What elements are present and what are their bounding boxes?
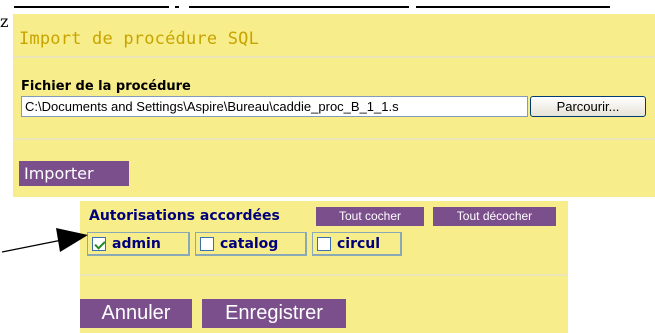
browse-button[interactable]: Parcourir... <box>530 96 646 117</box>
checkbox-unchecked-icon[interactable] <box>200 236 214 251</box>
checkbox-label: catalog <box>220 235 279 252</box>
divider <box>80 274 568 276</box>
top-cutoff-lines <box>14 0 610 9</box>
checkbox-label: admin <box>112 235 161 252</box>
authorizations-label: Autorisations accordées <box>89 208 280 224</box>
checkbox-circul[interactable]: circul <box>312 232 402 256</box>
checkbox-admin[interactable]: admin <box>87 232 190 256</box>
authorizations-panel: Autorisations accordées Tout cocher Tout… <box>80 201 568 333</box>
uncheck-all-button[interactable]: Tout décocher <box>433 207 556 226</box>
import-button[interactable]: Importer <box>19 161 129 186</box>
cancel-button[interactable]: Annuler <box>80 299 192 328</box>
file-path-input[interactable]: C:\Documents and Settings\Aspire\Bureau\… <box>21 96 528 117</box>
save-button[interactable]: Enregistrer <box>202 299 346 328</box>
partial-text: z <box>0 12 9 31</box>
divider <box>13 138 655 140</box>
panel-title: Import de procédure SQL <box>19 29 260 49</box>
checkbox-label: circul <box>337 235 381 252</box>
checkbox-catalog[interactable]: catalog <box>195 232 307 256</box>
checkbox-unchecked-icon[interactable] <box>317 236 331 251</box>
import-panel: Import de procédure SQL Fichier de la pr… <box>13 14 655 197</box>
check-all-button[interactable]: Tout cocher <box>316 207 424 226</box>
file-label: Fichier de la procédure <box>21 79 191 94</box>
checkbox-checked-icon[interactable] <box>92 236 106 251</box>
divider <box>13 56 655 58</box>
